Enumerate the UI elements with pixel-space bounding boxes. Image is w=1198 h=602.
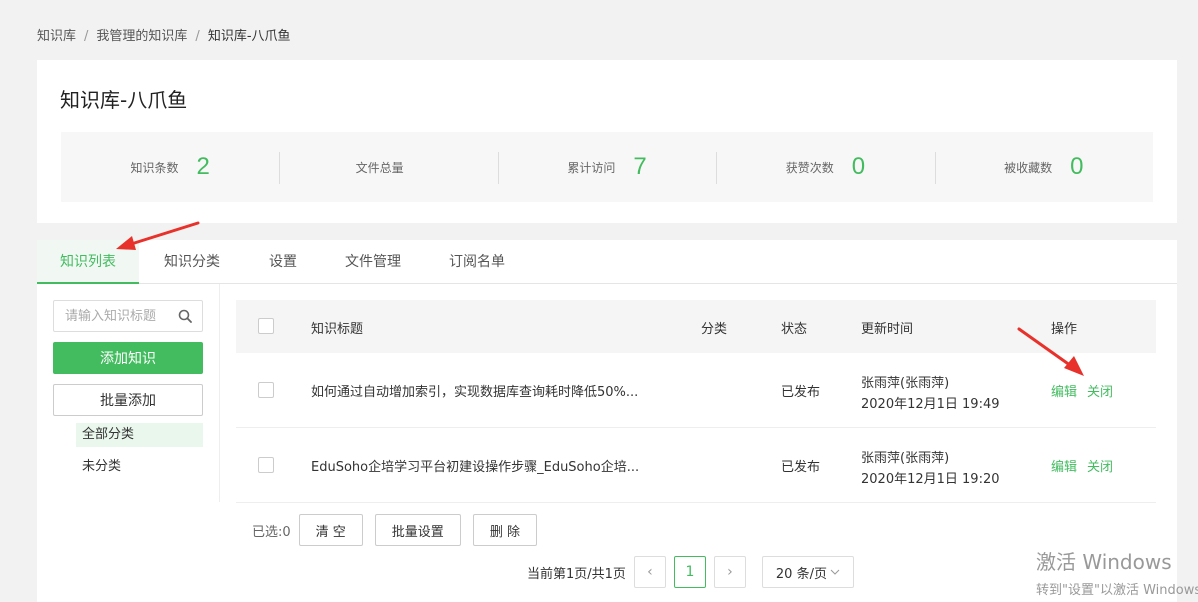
tab-bar: 知识列表 知识分类 设置 文件管理 订阅名单	[37, 240, 1177, 284]
select-all-checkbox[interactable]	[258, 318, 274, 334]
tab-subscribers[interactable]: 订阅名单	[437, 240, 517, 284]
chevron-left-icon[interactable]: ‹	[633, 556, 666, 588]
close-link[interactable]: 关闭	[1087, 456, 1113, 475]
category-item-all[interactable]: 全部分类	[76, 423, 203, 447]
chevron-down-icon	[830, 569, 840, 575]
table-row: 如何通过自动增加索引，实现数据库查询耗时降低50%... 已发布 张雨萍(张雨萍…	[236, 353, 1156, 428]
breadcrumb-separator: /	[195, 29, 200, 44]
header-category: 分类	[701, 322, 728, 337]
table-row: EduSoho企培学习平台初建设操作步骤_EduSoho企培... 已发布 张雨…	[236, 428, 1156, 503]
stat-value: 7	[633, 153, 647, 180]
breadcrumb-item-my-managed[interactable]: 我管理的知识库	[96, 29, 187, 44]
stat-knowledge-count: 知识条数 2	[61, 132, 279, 202]
tab-file-management[interactable]: 文件管理	[333, 240, 413, 284]
chevron-right-icon[interactable]: ›	[713, 556, 746, 588]
row-time: 2020年12月1日 19:20	[861, 472, 1000, 487]
tab-knowledge-category[interactable]: 知识分类	[147, 240, 237, 284]
per-page-value: 20 条/页	[775, 566, 827, 582]
stat-value: 0	[851, 153, 866, 180]
page-title: 知识库-八爪鱼	[60, 88, 188, 112]
edit-link[interactable]: 编辑	[1051, 381, 1077, 400]
stats-bar: 知识条数 2 文件总量 累计访问 7 获赞次数 0 被收藏数 0	[61, 132, 1153, 202]
header-updated: 更新时间	[861, 322, 914, 337]
category-item-uncategorized[interactable]: 未分类	[76, 455, 203, 479]
stat-value: 2	[196, 153, 210, 180]
row-author: 张雨萍(张雨萍)	[861, 376, 950, 391]
main-card: 知识列表 知识分类 设置 文件管理 订阅名单 添加知识 批量添加 全部分类 未分…	[37, 240, 1177, 602]
sidebar: 添加知识 批量添加 全部分类 未分类	[37, 284, 220, 502]
search-input[interactable]	[54, 301, 172, 331]
clear-button[interactable]: 清 空	[298, 514, 363, 546]
row-author: 张雨萍(张雨萍)	[861, 451, 950, 466]
header-actions: 操作	[1051, 322, 1078, 337]
row-checkbox[interactable]	[258, 382, 274, 398]
breadcrumb-item-current: 知识库-八爪鱼	[207, 29, 291, 44]
batch-settings-button[interactable]: 批量设置	[374, 514, 461, 546]
header-card: 知识库-八爪鱼 知识条数 2 文件总量 累计访问 7 获赞次数 0 被收藏数 0	[37, 60, 1177, 223]
delete-button[interactable]: 删 除	[472, 514, 537, 546]
stat-label: 获赞次数	[785, 160, 834, 175]
watermark-line2: 转到"设置"以激活 Windows	[1036, 583, 1198, 598]
header-title: 知识标题	[311, 322, 364, 337]
row-title[interactable]: EduSoho企培学习平台初建设操作步骤_EduSoho企培...	[311, 456, 639, 475]
stat-label: 知识条数	[130, 160, 179, 175]
search-box	[53, 300, 203, 332]
per-page-select[interactable]: 20 条/页	[761, 556, 854, 588]
row-status: 已发布	[781, 385, 821, 400]
footer-actions: 已选:0 清 空 批量设置 删 除	[252, 514, 537, 546]
row-status: 已发布	[781, 460, 821, 475]
stat-total-visits: 累计访问 7	[497, 132, 716, 202]
stat-label: 被收藏数	[1004, 160, 1053, 175]
close-link[interactable]: 关闭	[1087, 381, 1113, 400]
tab-knowledge-list[interactable]: 知识列表	[37, 240, 139, 284]
selected-count: 已选:0	[252, 524, 291, 540]
stat-likes: 获赞次数 0	[716, 132, 934, 202]
stat-label: 累计访问	[567, 160, 616, 175]
pagination: 当前第1页/共1页 ‹ 1 › 20 条/页	[527, 556, 854, 588]
stat-value: 0	[1070, 153, 1084, 180]
edit-link[interactable]: 编辑	[1051, 456, 1077, 475]
page-summary: 当前第1页/共1页	[527, 566, 626, 582]
search-icon[interactable]	[178, 309, 192, 323]
row-checkbox[interactable]	[258, 457, 274, 473]
add-knowledge-button[interactable]: 添加知识	[53, 342, 203, 374]
breadcrumb-separator: /	[84, 29, 89, 44]
breadcrumb: 知识库 / 我管理的知识库 / 知识库-八爪鱼	[37, 25, 291, 44]
watermark-line1: 激活 Windows	[1036, 550, 1172, 574]
batch-add-button[interactable]: 批量添加	[53, 384, 203, 416]
row-time: 2020年12月1日 19:49	[861, 397, 1000, 412]
knowledge-table: 知识标题 分类 状态 更新时间 操作 如何通过自动增加索引，实现数据库查询耗时降…	[236, 300, 1156, 503]
table-header: 知识标题 分类 状态 更新时间 操作	[236, 300, 1156, 353]
row-title[interactable]: 如何通过自动增加索引，实现数据库查询耗时降低50%...	[311, 381, 638, 400]
tab-settings[interactable]: 设置	[255, 240, 311, 284]
breadcrumb-item-knowledge-base[interactable]: 知识库	[37, 29, 76, 44]
stat-favorites: 被收藏数 0	[934, 132, 1153, 202]
header-status: 状态	[781, 322, 808, 337]
stat-file-total: 文件总量	[279, 132, 497, 202]
page-button-1[interactable]: 1	[673, 556, 706, 588]
stat-label: 文件总量	[355, 160, 404, 175]
windows-activation-watermark: 激活 Windows 转到"设置"以激活 Windows	[1036, 546, 1198, 598]
